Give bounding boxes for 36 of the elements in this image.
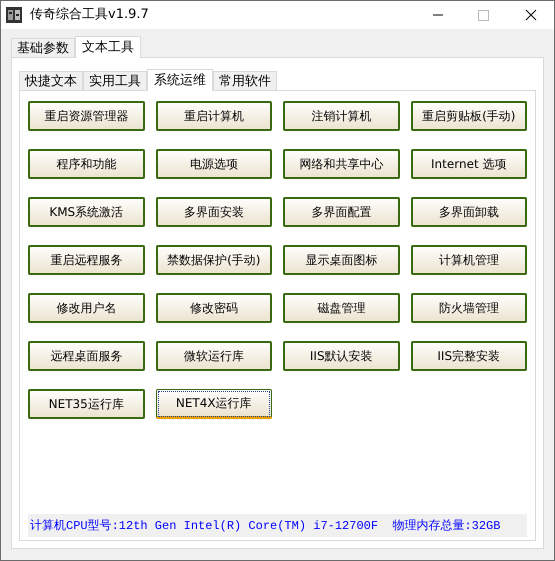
action-button[interactable]: 防火墙管理: [410, 293, 527, 323]
action-button[interactable]: 磁盘管理: [283, 293, 400, 323]
action-button[interactable]: NET35运行库: [28, 389, 144, 419]
action-button[interactable]: 电源选项: [156, 149, 272, 179]
action-button[interactable]: 显示桌面图标: [283, 245, 400, 275]
close-icon[interactable]: [525, 9, 537, 21]
action-button[interactable]: 禁数据保护(手动): [156, 245, 272, 275]
tab[interactable]: 系统运维: [147, 69, 213, 91]
action-button[interactable]: 微软运行库: [156, 341, 272, 371]
tab[interactable]: 文本工具: [75, 36, 141, 58]
action-button[interactable]: IIS完整安装: [410, 341, 527, 371]
tab[interactable]: 实用工具: [83, 71, 147, 90]
action-button[interactable]: IIS默认安装: [283, 341, 400, 371]
action-button[interactable]: KMS系统激活: [28, 197, 144, 227]
action-button[interactable]: NET4X运行库: [156, 389, 272, 419]
window-title: 传奇综合工具v1.9.7: [30, 6, 149, 24]
action-button[interactable]: 网络和共享中心: [283, 149, 400, 179]
action-button[interactable]: 多界面配置: [283, 197, 400, 227]
action-button[interactable]: 程序和功能: [28, 149, 144, 179]
action-button[interactable]: 重启剪贴板(手动): [410, 101, 527, 131]
action-button[interactable]: 计算机管理: [410, 245, 527, 275]
action-button[interactable]: Internet 选项: [410, 149, 527, 179]
tab[interactable]: 基础参数: [11, 38, 75, 57]
action-button[interactable]: 重启资源管理器: [28, 101, 144, 131]
action-button[interactable]: 修改用户名: [28, 293, 144, 323]
status-bar: 计算机CPU型号:12th Gen Intel(R) Core(TM) i7-12700F 物理内存总量:32GB: [28, 514, 527, 537]
action-button[interactable]: 远程桌面服务: [28, 341, 144, 371]
action-button[interactable]: 注销计算机: [283, 101, 400, 131]
action-button[interactable]: 重启计算机: [156, 101, 272, 131]
action-button[interactable]: 多界面卸载: [410, 197, 527, 227]
tab[interactable]: 常用软件: [213, 71, 277, 90]
tab[interactable]: 快捷文本: [19, 71, 83, 90]
app-icon: [6, 7, 22, 23]
action-button[interactable]: 重启远程服务: [28, 245, 144, 275]
action-button[interactable]: 修改密码: [156, 293, 272, 323]
action-button[interactable]: 多界面安装: [156, 197, 272, 227]
